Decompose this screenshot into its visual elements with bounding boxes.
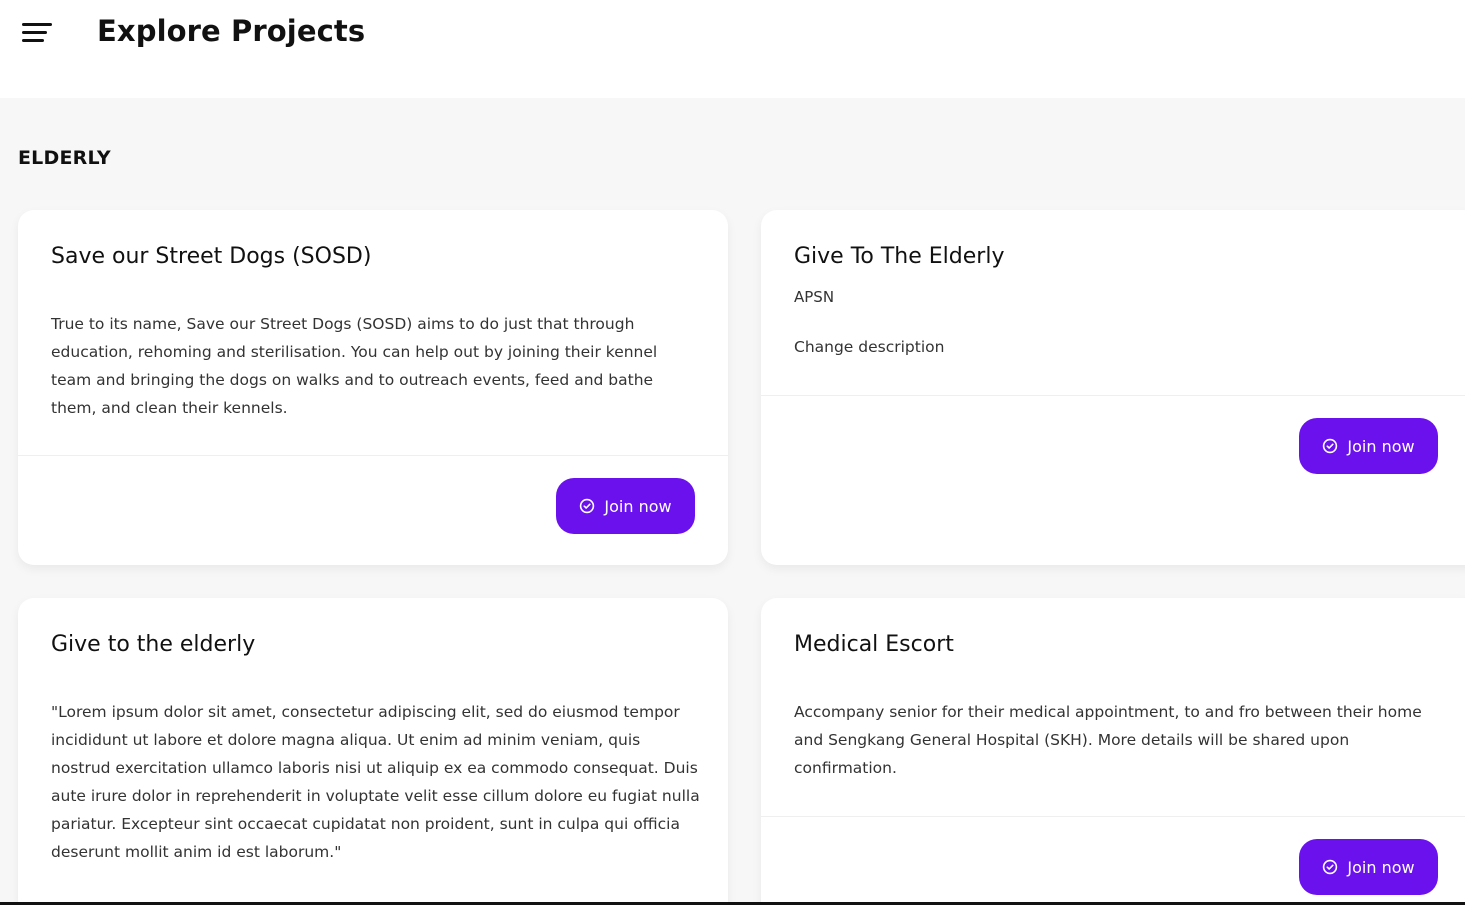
card-description: "Lorem ipsum dolor sit amet, consectetur… — [51, 703, 700, 861]
check-circle-icon — [1323, 438, 1338, 454]
card-title: Medical Escort — [794, 632, 954, 657]
card-organization: APSN — [794, 288, 835, 306]
card-title: Save our Street Dogs (SOSD) — [51, 244, 372, 269]
card-divider — [18, 455, 728, 456]
join-now-label: Join now — [1347, 436, 1415, 456]
project-card: Medical Escort Accompany senior for thei… — [761, 598, 1465, 905]
project-card: Give to the elderly "Lorem ipsum dolor s… — [18, 598, 728, 905]
card-title: Give to the elderly — [51, 632, 256, 657]
join-now-button[interactable]: Join now — [556, 478, 695, 534]
card-divider — [761, 395, 1465, 396]
card-description: Change description — [794, 338, 945, 356]
card-divider — [761, 816, 1465, 817]
project-card: Save our Street Dogs (SOSD) True to its … — [18, 210, 728, 565]
join-now-label: Join now — [1347, 857, 1415, 877]
card-title: Give To The Elderly — [794, 244, 1005, 269]
join-now-label: Join now — [604, 496, 672, 516]
hamburger-menu-icon[interactable] — [22, 20, 54, 48]
card-description: True to its name, Save our Street Dogs (… — [51, 315, 658, 417]
page-title: Explore Projects — [97, 14, 366, 48]
card-description: Accompany senior for their medical appoi… — [794, 703, 1422, 777]
top-bar: Explore Projects — [0, 0, 1465, 98]
join-now-button[interactable]: Join now — [1299, 418, 1438, 474]
project-card: Give To The Elderly APSN Change descript… — [761, 210, 1465, 565]
section-title: ELDERLY — [18, 147, 111, 169]
join-now-button[interactable]: Join now — [1299, 839, 1438, 895]
check-circle-icon — [580, 498, 595, 514]
check-circle-icon — [1323, 859, 1338, 875]
